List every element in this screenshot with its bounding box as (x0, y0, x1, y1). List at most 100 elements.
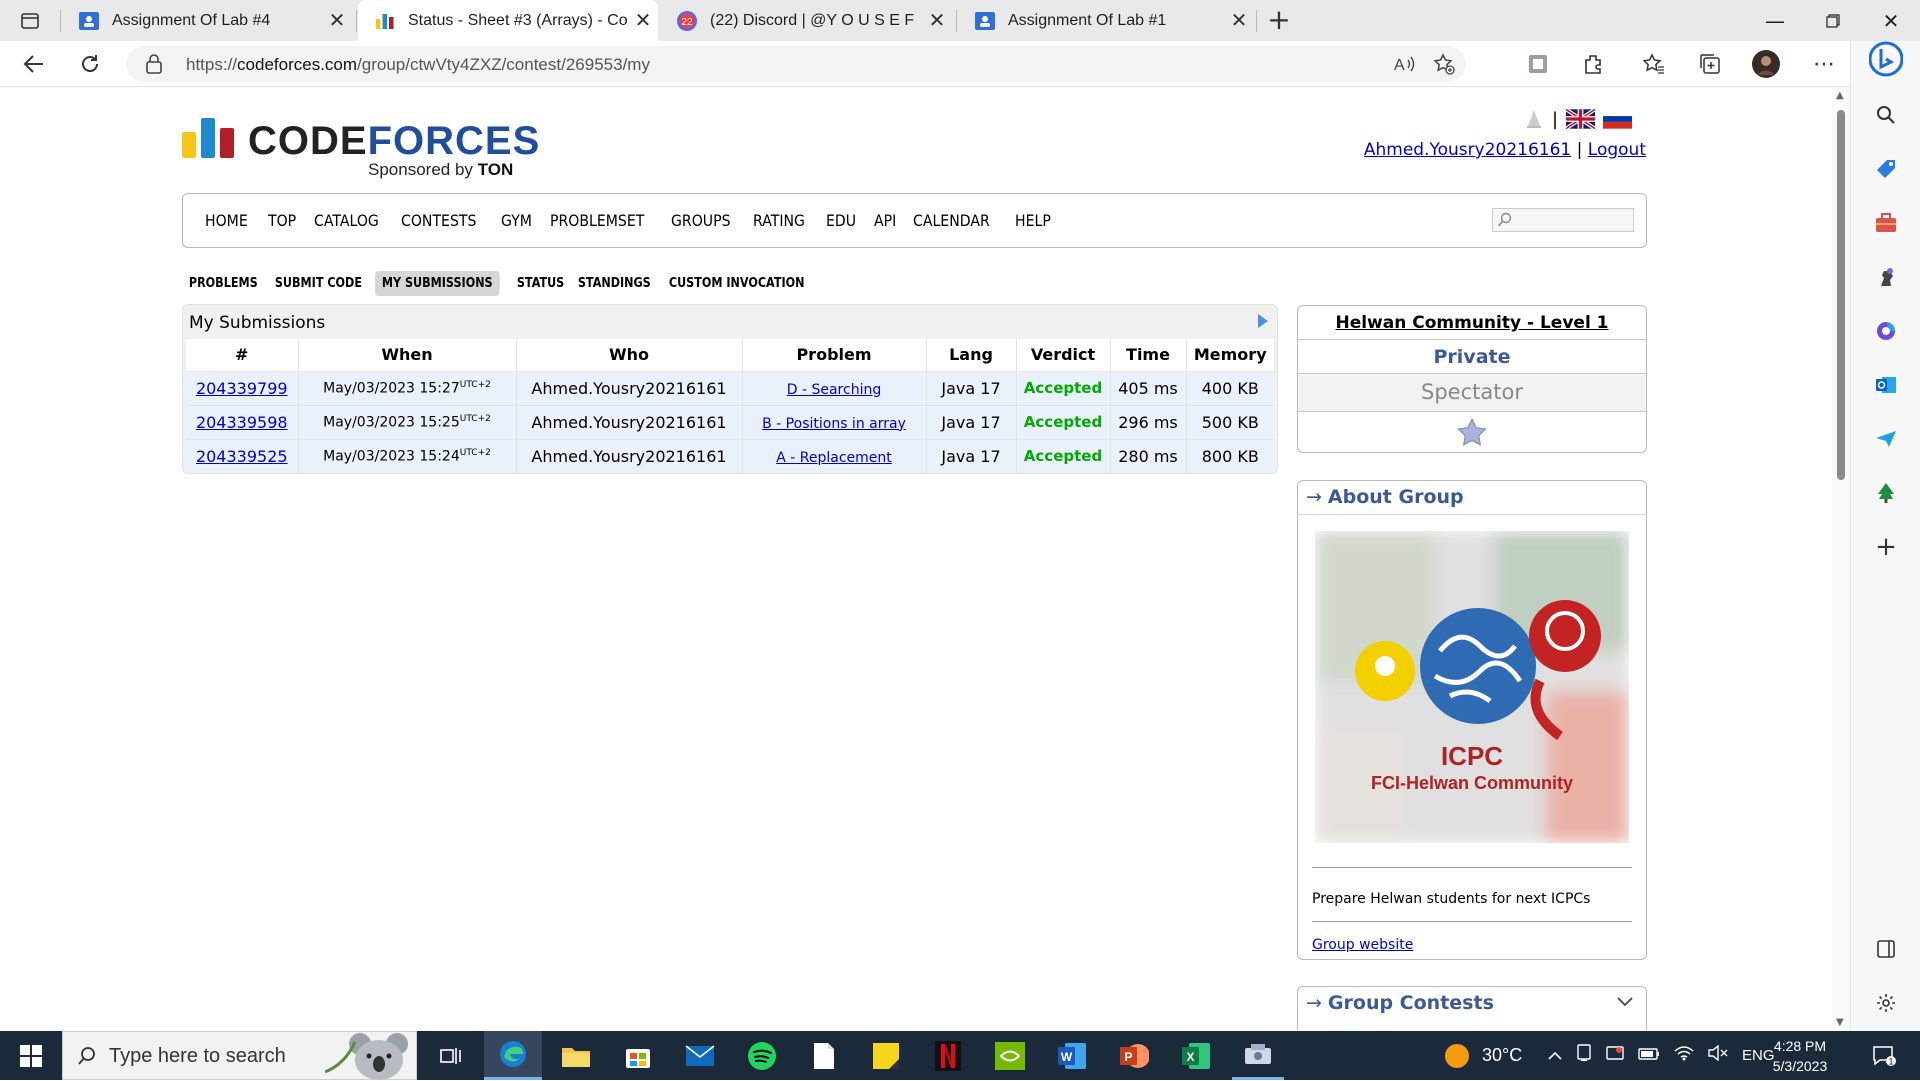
close-icon[interactable]: ✕ (628, 8, 658, 33)
powerpoint-icon[interactable]: P (1108, 1031, 1160, 1080)
spotify-icon[interactable] (736, 1031, 788, 1080)
edge-taskbar-icon[interactable] (484, 1031, 542, 1080)
shopping-tag-icon[interactable] (1868, 151, 1904, 187)
play-arrow-icon[interactable] (1257, 313, 1269, 329)
minimize-icon[interactable]: — (1745, 0, 1805, 41)
netflix-icon[interactable] (922, 1031, 974, 1080)
notification-center-button[interactable]: 1 (1864, 1031, 1904, 1080)
excel-icon[interactable]: X (1170, 1031, 1222, 1080)
snipping-tool-icon[interactable] (1232, 1031, 1284, 1080)
close-icon[interactable]: ✕ (922, 8, 952, 33)
sticky-notes-icon[interactable] (860, 1031, 912, 1080)
logout-link[interactable]: Logout (1588, 140, 1646, 160)
favorite-star-button[interactable] (1298, 412, 1646, 452)
wifi-icon[interactable] (1674, 1045, 1694, 1066)
tab-assignment-lab-4[interactable]: Assignment Of Lab #4 ✕ (62, 0, 352, 41)
group-website-link[interactable]: Group website (1312, 937, 1413, 953)
mail-icon[interactable] (674, 1031, 726, 1080)
menu-gym[interactable]: GYM (501, 211, 532, 230)
task-view-icon[interactable] (428, 1031, 474, 1080)
menu-api[interactable]: API (874, 211, 896, 230)
submenu-status[interactable]: STATUS (510, 271, 571, 296)
menu-home[interactable]: HOME (205, 211, 248, 230)
back-arrow-icon[interactable] (16, 46, 52, 82)
avatar[interactable] (1748, 46, 1784, 82)
menu-problemset[interactable]: PROBLEMSET (550, 211, 644, 230)
sidebar-toggle-icon[interactable] (1868, 931, 1904, 967)
battery-icon[interactable] (1638, 1047, 1660, 1065)
read-aloud-icon[interactable]: A (1386, 46, 1422, 82)
weather-widget[interactable]: 30°C (1444, 1031, 1522, 1080)
window-close-icon[interactable]: ✕ (1861, 0, 1920, 41)
search-icon[interactable] (1868, 97, 1904, 133)
microsoft-store-icon[interactable] (612, 1031, 664, 1080)
submenu-my-submissions[interactable]: MY SUBMISSIONS (375, 271, 500, 296)
menu-help[interactable]: HELP (1015, 211, 1051, 230)
tab-assignment-lab-1[interactable]: Assignment Of Lab #1 ✕ (958, 0, 1254, 41)
profile-extension-icon[interactable] (1520, 46, 1556, 82)
security-icon[interactable] (1606, 1044, 1624, 1067)
menu-contests[interactable]: CONTESTS (401, 211, 476, 230)
menu-calendar[interactable]: CALENDAR (913, 211, 990, 230)
tab-discord[interactable]: 22 (22) Discord | @Y O U S E F ✕ (660, 0, 952, 41)
add-favorite-icon[interactable] (1426, 46, 1462, 82)
menu-groups[interactable]: GROUPS (671, 211, 731, 230)
new-tab-plus-icon[interactable]: + (1262, 5, 1296, 37)
office-icon[interactable] (1868, 313, 1904, 349)
notification-bell-icon[interactable] (1524, 108, 1544, 130)
word-icon[interactable]: W (1046, 1031, 1098, 1080)
scroll-up-icon[interactable]: ▲ (1836, 90, 1844, 101)
close-icon[interactable]: ✕ (1224, 8, 1254, 33)
chevron-up-icon[interactable] (1548, 1047, 1562, 1065)
settings-gear-icon[interactable] (1868, 985, 1904, 1021)
outlook-icon[interactable] (1868, 367, 1904, 403)
taskbar-search-input[interactable]: Type here to search (62, 1031, 417, 1080)
username-link[interactable]: Ahmed.Yousry20216161 (1364, 140, 1571, 160)
favorites-icon[interactable] (1636, 46, 1672, 82)
extensions-icon[interactable] (1575, 46, 1611, 82)
chevron-down-icon[interactable] (1616, 996, 1634, 1008)
submenu-custom-invocation[interactable]: CUSTOM INVOCATION (662, 271, 811, 296)
games-icon[interactable] (1868, 259, 1904, 295)
submenu-standings[interactable]: STANDINGS (571, 271, 658, 296)
bing-chat-icon[interactable] (1868, 41, 1904, 77)
menu-edu[interactable]: EDU (826, 211, 856, 230)
scroll-down-icon[interactable]: ▼ (1836, 1017, 1844, 1028)
problem-link[interactable]: B - Positions in array (762, 416, 906, 432)
more-options-icon[interactable]: ⋯ (1806, 46, 1842, 82)
menu-top[interactable]: TOP (268, 211, 296, 230)
submission-id-link[interactable]: 204339598 (196, 413, 288, 432)
windows-start-icon[interactable] (8, 1031, 54, 1080)
submission-id-link[interactable]: 204339799 (196, 379, 288, 398)
page-scrollbar[interactable]: ▲ ▼ (1832, 88, 1850, 1030)
menu-rating[interactable]: RATING (753, 211, 805, 230)
tree-icon[interactable] (1868, 475, 1904, 511)
device-icon[interactable] (1576, 1044, 1592, 1067)
site-search-input[interactable] (1492, 208, 1634, 232)
tools-icon[interactable] (1868, 205, 1904, 241)
volume-muted-icon[interactable] (1708, 1044, 1728, 1066)
group-name-link[interactable]: Helwan Community - Level 1 (1298, 306, 1646, 340)
submenu-problems[interactable]: PROBLEMS (182, 271, 265, 296)
collections-icon[interactable] (1692, 46, 1728, 82)
group-contests-header[interactable]: → Group Contests (1298, 987, 1646, 1021)
send-icon[interactable] (1868, 421, 1904, 457)
tab-codeforces-status[interactable]: Status - Sheet #3 (Arrays) - Code ✕ (358, 0, 658, 41)
refresh-icon[interactable] (72, 46, 108, 82)
submenu-submit-code[interactable]: SUBMIT CODE (268, 271, 369, 296)
tab-actions-icon[interactable] (10, 8, 50, 34)
lock-icon[interactable] (146, 54, 162, 78)
restore-icon[interactable] (1803, 0, 1863, 41)
submission-id-link[interactable]: 204339525 (196, 447, 288, 466)
document-file-icon[interactable] (798, 1031, 850, 1080)
address-bar[interactable]: https://codeforces.com/group/ctwVty4ZXZ/… (126, 46, 1466, 82)
problem-link[interactable]: D - Searching (787, 382, 881, 398)
add-icon[interactable]: + (1868, 529, 1904, 565)
nvidia-icon[interactable] (984, 1031, 1036, 1080)
clock[interactable]: 4:28 PM 5/3/2023 (1770, 1031, 1830, 1080)
uk-flag-icon[interactable] (1566, 109, 1596, 129)
russia-flag-icon[interactable] (1603, 109, 1633, 129)
close-icon[interactable]: ✕ (322, 8, 352, 33)
scrollbar-thumb[interactable] (1837, 110, 1845, 480)
file-explorer-icon[interactable] (550, 1031, 602, 1080)
